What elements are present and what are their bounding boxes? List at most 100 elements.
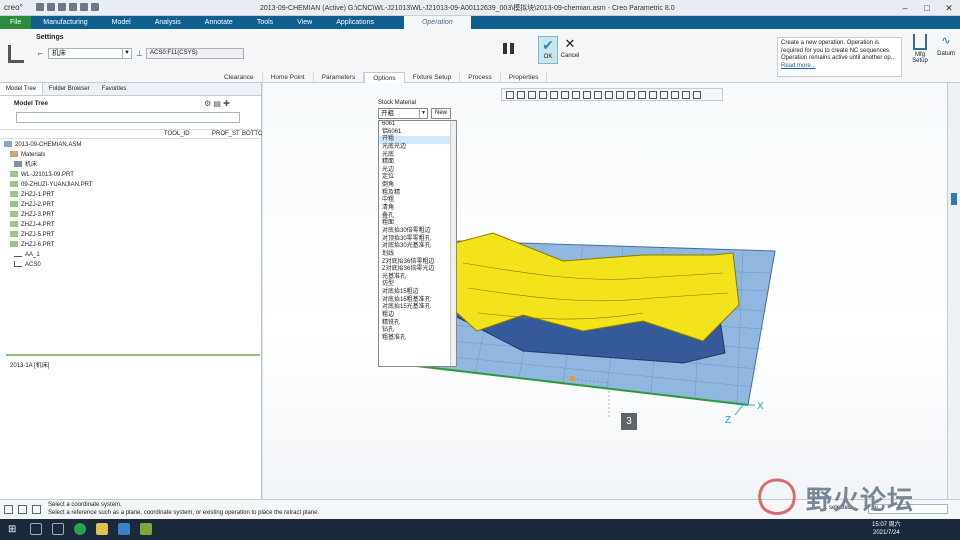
list-item[interactable]: 光底光边: [379, 144, 456, 152]
chevron-down-icon[interactable]: ▼: [122, 49, 131, 58]
list-item[interactable]: 定位: [379, 174, 456, 182]
explorer-icon[interactable]: [96, 523, 108, 535]
tree-item[interactable]: 09-ZHUZI-YUANJIAN.PRT: [0, 180, 262, 190]
list-item-selected[interactable]: 开粗: [379, 136, 456, 144]
chevron-down-icon[interactable]: ▼: [419, 109, 427, 118]
stock-material-select[interactable]: 开粗 ▼: [378, 108, 428, 119]
list-item[interactable]: 钻孔: [379, 327, 456, 335]
datum-button[interactable]: ∿ Datum: [934, 34, 958, 57]
regenerate-icon[interactable]: [91, 3, 99, 11]
tab-favorites[interactable]: Favorites: [96, 83, 133, 95]
list-item[interactable]: 粗边: [379, 312, 456, 320]
tree-item[interactable]: Materials: [0, 150, 262, 160]
pause-button[interactable]: [503, 43, 514, 54]
close-icon[interactable]: ✕: [938, 0, 960, 16]
tree-item[interactable]: ZHZJ-2.PRT: [0, 200, 262, 210]
ok-button[interactable]: ✔ OK: [538, 36, 558, 64]
graphics-window[interactable]: X Z 3: [263, 83, 947, 499]
list-scrollbar[interactable]: [450, 121, 456, 366]
tree-item[interactable]: ACS0: [0, 260, 262, 270]
save-icon[interactable]: [58, 3, 66, 11]
open-icon[interactable]: [47, 3, 55, 11]
pause-icon: [503, 43, 507, 54]
minimize-icon[interactable]: –: [894, 0, 916, 16]
tab-view[interactable]: View: [285, 16, 324, 29]
list-item[interactable]: 划线: [379, 251, 456, 259]
tree-item[interactable]: ZHZJ-5.PRT: [0, 230, 262, 240]
system-clock[interactable]: 15:07 周六 2021/7/24: [872, 521, 901, 537]
toggle-browser-icon[interactable]: [18, 505, 27, 514]
tree-item[interactable]: 2013-09-CHEMIAN.ASM: [0, 140, 262, 150]
tab-operation[interactable]: Operation: [403, 16, 471, 29]
list-item[interactable]: 粗面: [379, 220, 456, 228]
column-tool-id[interactable]: TOOL_ID: [164, 131, 190, 137]
subtab-process[interactable]: Process: [460, 72, 501, 83]
list-item[interactable]: 清角: [379, 205, 456, 213]
sash-handle[interactable]: [951, 193, 957, 205]
model-3d-view[interactable]: X Z: [263, 83, 947, 499]
tree-item[interactable]: ZHZJ-4.PRT: [0, 220, 262, 230]
tab-annotate[interactable]: Annotate: [193, 16, 245, 29]
column-prof-st[interactable]: PROF_ST: [212, 131, 240, 137]
subtab-clearance[interactable]: Clearance: [216, 72, 263, 83]
creo-icon[interactable]: [140, 523, 152, 535]
subtab-parameters[interactable]: Parameters: [314, 72, 365, 83]
message-icon[interactable]: [32, 505, 41, 514]
list-item[interactable]: 中粗: [379, 197, 456, 205]
svg-text:X: X: [757, 401, 764, 412]
list-item[interactable]: 对底抬15光基准孔: [379, 304, 456, 312]
tab-tools[interactable]: Tools: [245, 16, 285, 29]
subtab-fixture-setup[interactable]: Fixture Setup: [405, 72, 461, 83]
tree-item[interactable]: 机床: [0, 160, 262, 170]
tree-settings-icon[interactable]: ⚙ ▤ ✚: [204, 99, 230, 108]
tree-item[interactable]: ZHZJ-6.PRT: [0, 240, 262, 250]
maximize-icon[interactable]: □: [916, 0, 938, 16]
new-icon[interactable]: [36, 3, 44, 11]
tab-file[interactable]: File: [0, 16, 32, 29]
operation-node[interactable]: 2013-1A [机床]: [10, 360, 49, 369]
list-item[interactable]: 粗基准孔: [379, 335, 456, 343]
ok-label: OK: [543, 54, 553, 60]
new-material-button[interactable]: New: [431, 108, 451, 119]
list-item[interactable]: 倒角: [379, 182, 456, 190]
tab-folder-browser[interactable]: Folder Browser: [43, 83, 96, 95]
column-bottc[interactable]: BOTTC: [242, 131, 262, 137]
subtab-options[interactable]: Options: [364, 72, 405, 83]
tree-item[interactable]: WL-J21013-09.PRT: [0, 170, 262, 180]
subtab-home-point[interactable]: Home Point: [263, 72, 314, 83]
list-item[interactable]: Z对底抬36倍零光边: [379, 266, 456, 274]
undo-icon[interactable]: [69, 3, 77, 11]
tab-applications[interactable]: Applications: [324, 16, 386, 29]
svg-text:Z: Z: [725, 415, 731, 426]
list-item[interactable]: 对底抬15粗边: [379, 289, 456, 297]
stock-material-list[interactable]: 6061 铝6061 开粗 光底光边 光底 精面 光边 定位 倒角 粗及精 中粗…: [378, 120, 457, 367]
tree-search-input[interactable]: [16, 112, 240, 123]
list-item[interactable]: 对底抬30光基准孔: [379, 243, 456, 251]
search-icon[interactable]: [30, 523, 42, 535]
mfg-setup-button[interactable]: Mfg Setup: [908, 34, 932, 64]
redo-icon[interactable]: [80, 3, 88, 11]
subtab-properties[interactable]: Properties: [501, 72, 548, 83]
list-item[interactable]: 精面: [379, 159, 456, 167]
csys-field[interactable]: ACS0:F11(CSYS): [146, 48, 244, 59]
toggle-navigator-icon[interactable]: [4, 505, 13, 514]
list-item[interactable]: 仿型: [379, 281, 456, 289]
cancel-button[interactable]: ✕ Cancel: [560, 36, 580, 64]
read-more-link[interactable]: Read more...: [781, 63, 816, 69]
task-view-icon[interactable]: [52, 523, 64, 535]
tab-model-tree[interactable]: Model Tree: [0, 83, 44, 95]
list-item[interactable]: 对底抬30倍零粗边: [379, 228, 456, 236]
wechat-icon[interactable]: [74, 523, 86, 535]
windows-start-icon[interactable]: ⊞: [8, 524, 16, 535]
tab-manufacturing[interactable]: Manufacturing: [31, 16, 99, 29]
title-bar: creo° 2013-09-CHEMIAN (Active) G:\CNC\WL…: [0, 0, 960, 16]
mfg-setup-icon: [913, 34, 927, 50]
machine-select[interactable]: 机床 ▼: [48, 48, 132, 59]
browser-icon[interactable]: [118, 523, 130, 535]
tree-item[interactable]: ZHZJ-1.PRT: [0, 190, 262, 200]
list-item[interactable]: 6061: [379, 121, 456, 129]
tree-item[interactable]: ZHZJ-3.PRT: [0, 210, 262, 220]
tree-item[interactable]: AA_1: [0, 250, 262, 260]
tab-model[interactable]: Model: [100, 16, 143, 29]
tab-analysis[interactable]: Analysis: [143, 16, 193, 29]
